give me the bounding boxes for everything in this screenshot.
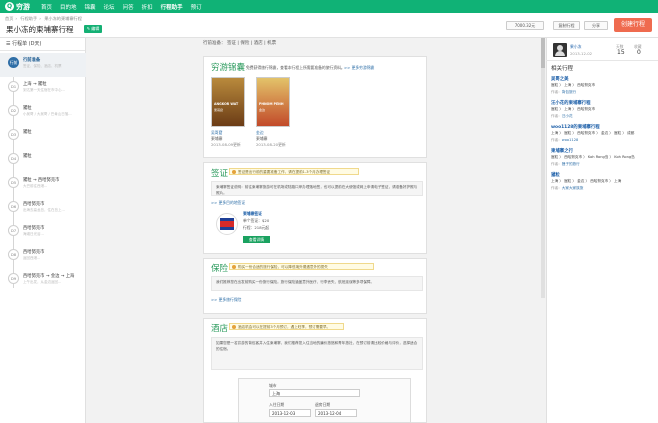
checkout-input[interactable]: 2013-12-04 bbox=[315, 409, 357, 417]
related-trip-route: 暹粒 〉 上海 〉 西哈努克市 bbox=[551, 83, 596, 87]
logo-icon: Q bbox=[5, 2, 14, 11]
user-date: 2013-12-02 bbox=[570, 51, 593, 56]
book-date: 2013-08-20更新 bbox=[256, 142, 286, 147]
related-trips-title: 相关行程 bbox=[551, 66, 574, 72]
hotel-note: 酒店机会可以在提前3个月预订，遇上旺季，预订需要早。 bbox=[229, 323, 344, 330]
cambodia-flag-icon bbox=[216, 213, 238, 235]
insurance-title: 保险 bbox=[211, 264, 229, 274]
days-value: 15 bbox=[617, 49, 625, 56]
visa-note: 签证是出行前的重要准备工作，请在提前1-3个月办理签证 bbox=[229, 168, 359, 175]
related-trip-route: 暹粒 〉 西哈努克市 〉 Koh Rong岛 〉 Koh Rong岛 bbox=[551, 155, 635, 159]
share-button[interactable]: 分享 bbox=[584, 21, 608, 30]
nav-item-home[interactable]: 首页 bbox=[41, 3, 52, 11]
checkin-input[interactable]: 2013-12-03 bbox=[269, 409, 311, 417]
related-trip-author: 作者：狸子的旅行 bbox=[551, 162, 580, 166]
divider bbox=[546, 60, 658, 61]
related-trip-title[interactable]: 吴哥之美 bbox=[551, 76, 569, 82]
phnompenh-cover[interactable]: PHNOM PENH 金边 bbox=[256, 77, 290, 127]
avatar[interactable] bbox=[553, 43, 567, 57]
checkin-label: 入住日期 bbox=[269, 402, 285, 407]
info-icon bbox=[232, 170, 236, 174]
right-sidebar bbox=[546, 38, 658, 423]
prep-tabs: 行前准备： 签证 | 保险 | 酒店 | 机票 bbox=[203, 41, 277, 46]
visa-more-link[interactable]: >> 更多目的地签证 bbox=[211, 200, 245, 206]
tab-insurance[interactable]: 保险 bbox=[240, 41, 249, 46]
info-icon bbox=[232, 325, 236, 329]
likes-value: 0 bbox=[637, 49, 641, 56]
related-trip-route: 上海 〉 暹粒 〉 西哈努克市 〉 金边 〉 暹粒 〉 成都 bbox=[551, 131, 635, 135]
copy-trip-button[interactable]: 复制行程 bbox=[553, 21, 580, 30]
nav-item-guide[interactable]: 锦囊 bbox=[85, 3, 96, 11]
visa-title: 签证 bbox=[211, 169, 229, 179]
content-scrollbar[interactable] bbox=[541, 38, 545, 298]
page-title: 果小冻的柬埔寨行程 bbox=[6, 25, 74, 34]
nav-item-qa[interactable]: 问答 bbox=[123, 3, 134, 11]
breadcrumb-current: 果小冻的柬埔寨行程 bbox=[44, 16, 82, 21]
itinerary-item-d4[interactable]: D4 暹粒 bbox=[0, 149, 86, 173]
related-trip-title[interactable]: 柬埔寨之行 bbox=[551, 148, 573, 154]
nav-item-deals[interactable]: 折扣 bbox=[142, 3, 153, 11]
related-trip-title[interactable]: woo1128的柬埔寨行程 bbox=[551, 124, 600, 130]
guide-intro: 免费获得旅行锦囊，查看本行程上所需要准备的旅行资料。 bbox=[246, 65, 345, 70]
related-trip-author: 作者：大家大家族旅 bbox=[551, 186, 584, 190]
top-nav: Q 穷游 首页 目的地 锦囊 论坛 问答 折扣 行程助手 预订 bbox=[0, 0, 658, 13]
hotel-title: 酒店 bbox=[211, 324, 229, 334]
itinerary-item-prep[interactable]: 行前 行前准备 签证、保险、酒店、机票 bbox=[0, 53, 86, 77]
related-trip-route: 上海 〉 暹粒 〉 金边 〉 西哈努克市 〉 上海 bbox=[551, 179, 622, 183]
itinerary-header: ☰ 行程单 (D天) bbox=[0, 38, 85, 51]
itinerary-item-d2[interactable]: D2 暹粒 小吴哥 / 大吴哥 / 巴肯山日落... bbox=[0, 101, 86, 125]
visa-card bbox=[203, 162, 427, 254]
related-trip-author: 作者：背包旅行 bbox=[551, 90, 577, 94]
insurance-more-link[interactable]: >> 更多旅行保险 bbox=[211, 297, 241, 303]
city-input[interactable]: 上海 bbox=[269, 389, 360, 397]
related-trip-author: 作者：汪小花 bbox=[551, 114, 573, 118]
scrollbar-thumb[interactable] bbox=[541, 38, 545, 68]
guide-more-link[interactable]: >> 更多穷游锦囊 bbox=[344, 65, 374, 71]
tab-flight[interactable]: 机票 bbox=[267, 41, 276, 46]
info-icon bbox=[232, 265, 236, 269]
visa-product-price: 单个签证：$20 bbox=[243, 218, 270, 223]
visa-description: 柬埔寨签证说明：前往柬埔寨旅游可在机场或陆路口岸办理落地签，也可以提前在大使馆或… bbox=[211, 181, 423, 196]
visa-product-count: 行程：218元起 bbox=[243, 225, 270, 230]
cost-button[interactable]: 7000.32元 bbox=[506, 21, 544, 30]
nav-item-planner[interactable]: 行程助手 bbox=[161, 3, 183, 11]
nav-item-booking[interactable]: 预订 bbox=[191, 3, 202, 11]
breadcrumb: 首页 › 行程助手 › 果小冻的柬埔寨行程 bbox=[5, 16, 82, 21]
user-name[interactable]: 果小冻 bbox=[570, 44, 581, 50]
related-trip-route: 暹粒 〉 上海 〉 西哈努克市 bbox=[551, 107, 596, 111]
book-date: 2013-08-09更新 bbox=[211, 142, 241, 147]
related-trip-title[interactable]: 汪小花的柬埔寨行程 bbox=[551, 100, 591, 106]
itinerary-item-d7[interactable]: D7 西哈努克市 海滩日光浴... bbox=[0, 221, 86, 245]
itinerary-list: 行前 行前准备 签证、保险、酒店、机票 D1 上海 → 暹粒 到达第一天住宿在市中心..… bbox=[0, 53, 86, 293]
breadcrumb-home[interactable]: 首页 bbox=[5, 16, 13, 21]
related-trip-title[interactable]: 暹粒 bbox=[551, 172, 560, 178]
edit-badge[interactable]: ✎ 编辑 bbox=[84, 25, 102, 33]
insurance-description: 我们推荐您在出发前购买一份旅行保险。旅行保险涵盖意外医疗、行李丢失、航班延误等多… bbox=[211, 276, 423, 291]
breadcrumb-planner[interactable]: 行程助手 bbox=[20, 16, 37, 21]
nav-item-destination[interactable]: 目的地 bbox=[60, 3, 77, 11]
itinerary-item-d5[interactable]: D5 暹粒 → 西哈努克市 大巴前往西港... bbox=[0, 173, 86, 197]
angkor-cover[interactable]: ANGKOR WAT 吴哥窟 bbox=[211, 77, 245, 127]
insurance-note: 购买一份合适的旅行保险，可以降低境外遭遇意外的损失 bbox=[229, 263, 374, 270]
hotel-description: 如果您是一名穷游的背包客并入住柬埔寨，我们推荐您入住当地的廉价旅馆和青年旅社，在… bbox=[211, 337, 423, 370]
nav-item-forum[interactable]: 论坛 bbox=[104, 3, 115, 11]
visa-product-title[interactable]: 柬埔寨签证 bbox=[243, 211, 262, 217]
create-trip-button[interactable]: 创建行程 bbox=[614, 18, 652, 32]
tab-hotel[interactable]: 酒店 bbox=[254, 41, 263, 46]
checkout-label: 退房日期 bbox=[315, 402, 331, 407]
itinerary-item-d1[interactable]: D1 上海 → 暹粒 到达第一天住宿在市中心... bbox=[0, 77, 86, 101]
site-logo[interactable]: Q 穷游 bbox=[5, 2, 41, 12]
itinerary-item-d8[interactable]: D8 西哈努克市 返回西港... bbox=[0, 245, 86, 269]
visa-detail-button[interactable]: 查看详情 bbox=[243, 236, 270, 243]
itinerary-item-d3[interactable]: D3 暹粒 bbox=[0, 125, 86, 149]
itinerary-item-d6[interactable]: D6 西哈努克市 出海去高龙岛，住在岛上... bbox=[0, 197, 86, 221]
tab-visa[interactable]: 签证 bbox=[227, 41, 236, 46]
guide-title: 穷游锦囊 bbox=[211, 63, 246, 73]
itinerary-item-d9[interactable]: D9 西哈努克市 → 金边 → 上海 上午出发，从金边返回... bbox=[0, 269, 86, 293]
related-trip-author: 作者：woo1128 bbox=[551, 138, 579, 142]
